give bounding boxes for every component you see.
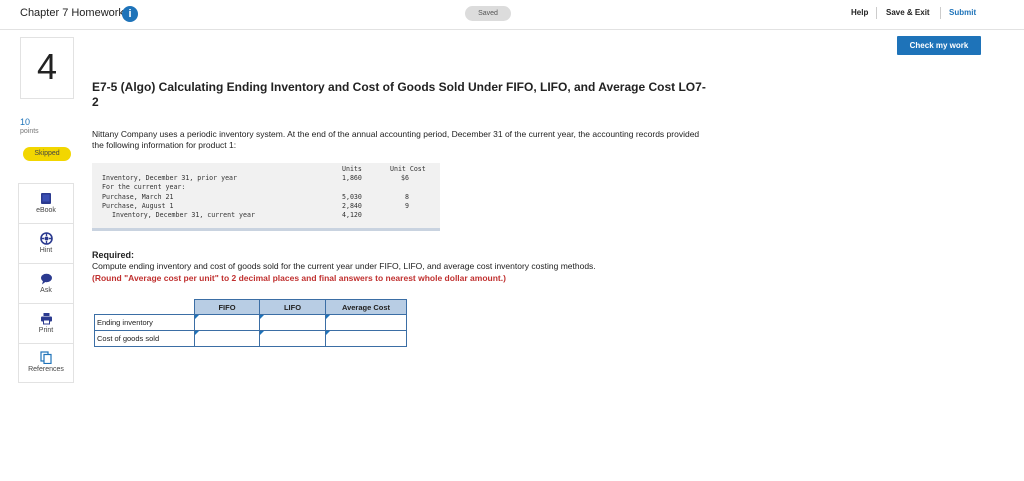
ending-inventory-fifo-input[interactable] (194, 314, 260, 331)
tool-label-ebook: eBook (36, 207, 56, 214)
units-column-header: Units (342, 165, 362, 173)
inventory-row-units: 1,860 (342, 174, 362, 182)
inventory-row: Purchase, August 1 2,840 9 (92, 202, 440, 210)
inventory-row: For the current year: (92, 183, 440, 191)
side-tools-panel: eBook Hint Ask Print References (18, 183, 74, 383)
saved-status-badge: Saved (465, 6, 511, 21)
divider (876, 7, 877, 19)
cogs-average-input[interactable] (325, 330, 407, 347)
inventory-row: Inventory, December 31, current year 4,1… (92, 211, 440, 219)
question-number-box: 4 (20, 37, 74, 99)
inventory-row-label: Inventory, December 31, prior year (102, 174, 237, 182)
empty-header-cell (94, 299, 195, 315)
column-header-fifo: FIFO (194, 299, 260, 315)
answer-table-header-row: FIFO LIFO Average Cost (94, 299, 407, 315)
input-flag-icon (260, 331, 264, 335)
inventory-row-units: 2,840 (342, 202, 362, 210)
hint-icon (39, 232, 53, 245)
inventory-row-cost: 8 (405, 193, 409, 201)
help-link[interactable]: Help (851, 8, 868, 17)
tool-ebook[interactable]: eBook (19, 184, 73, 224)
column-header-lifo: LIFO (259, 299, 326, 315)
inventory-data-table: Units Unit Cost Inventory, December 31, … (92, 163, 440, 231)
column-header-average-cost: Average Cost (325, 299, 407, 315)
inventory-row: Inventory, December 31, prior year 1,860… (92, 174, 440, 182)
inventory-header-row: Units Unit Cost (92, 165, 440, 173)
assignment-title: Chapter 7 Homework (20, 7, 124, 19)
tool-hint[interactable]: Hint (19, 224, 73, 264)
ending-inventory-lifo-input[interactable] (259, 314, 326, 331)
cogs-lifo-input[interactable] (259, 330, 326, 347)
check-my-work-button[interactable]: Check my work (897, 36, 981, 55)
divider (940, 7, 941, 19)
cogs-fifo-input[interactable] (194, 330, 260, 347)
book-icon (41, 193, 51, 204)
inventory-row-label: Inventory, December 31, current year (112, 211, 255, 219)
submit-button[interactable]: Submit (949, 8, 976, 17)
input-flag-icon (326, 315, 330, 319)
input-flag-icon (326, 331, 330, 335)
tool-label-ask: Ask (40, 287, 52, 294)
question-title: E7-5 (Algo) Calculating Ending Inventory… (92, 80, 706, 109)
inventory-row-units: 4,120 (342, 211, 362, 219)
unit-cost-column-header: Unit Cost (390, 165, 426, 173)
inventory-row-label: Purchase, March 21 (102, 193, 174, 201)
tool-ask[interactable]: Ask (19, 264, 73, 304)
inventory-row-cost: 9 (405, 202, 409, 210)
tool-label-print: Print (38, 327, 54, 334)
tool-label-hint: Hint (39, 247, 53, 254)
tool-references[interactable]: References (19, 344, 73, 382)
question-intro: Nittany Company uses a periodic inventor… (92, 129, 700, 150)
rounding-note: (Round "Average cost per unit" to 2 deci… (92, 273, 506, 283)
inventory-row-label: For the current year: (102, 183, 186, 191)
inventory-row-label: Purchase, August 1 (102, 202, 174, 210)
skipped-badge: Skipped (23, 147, 71, 161)
references-icon (40, 351, 52, 364)
row-label-ending-inventory: Ending inventory (94, 314, 195, 331)
info-icon[interactable]: i (122, 6, 138, 22)
top-bar: Chapter 7 Homework i Saved Help Save & E… (0, 0, 1024, 30)
row-label-cost-of-goods-sold: Cost of goods sold (94, 330, 195, 347)
inventory-row: Purchase, March 21 5,030 8 (92, 193, 440, 201)
inventory-row-units: 5,030 (342, 193, 362, 201)
input-flag-icon (260, 315, 264, 319)
table-row: Cost of goods sold (94, 330, 407, 347)
question-number: 4 (36, 46, 58, 87)
table-row: Ending inventory (94, 314, 407, 331)
required-instructions: Compute ending inventory and cost of goo… (92, 261, 596, 271)
tool-label-references: References (28, 366, 64, 373)
input-flag-icon (195, 331, 199, 335)
required-heading: Required: (92, 250, 135, 260)
points-value: 10 (20, 117, 31, 127)
inventory-row-cost: $6 (401, 174, 409, 182)
ending-inventory-average-input[interactable] (325, 314, 407, 331)
print-icon (40, 313, 52, 325)
save-exit-button[interactable]: Save & Exit (886, 8, 930, 17)
points-label: points (20, 128, 39, 135)
chat-icon (40, 273, 52, 285)
answer-table: FIFO LIFO Average Cost Ending inventory … (94, 299, 407, 347)
tool-print[interactable]: Print (19, 304, 73, 344)
input-flag-icon (195, 315, 199, 319)
